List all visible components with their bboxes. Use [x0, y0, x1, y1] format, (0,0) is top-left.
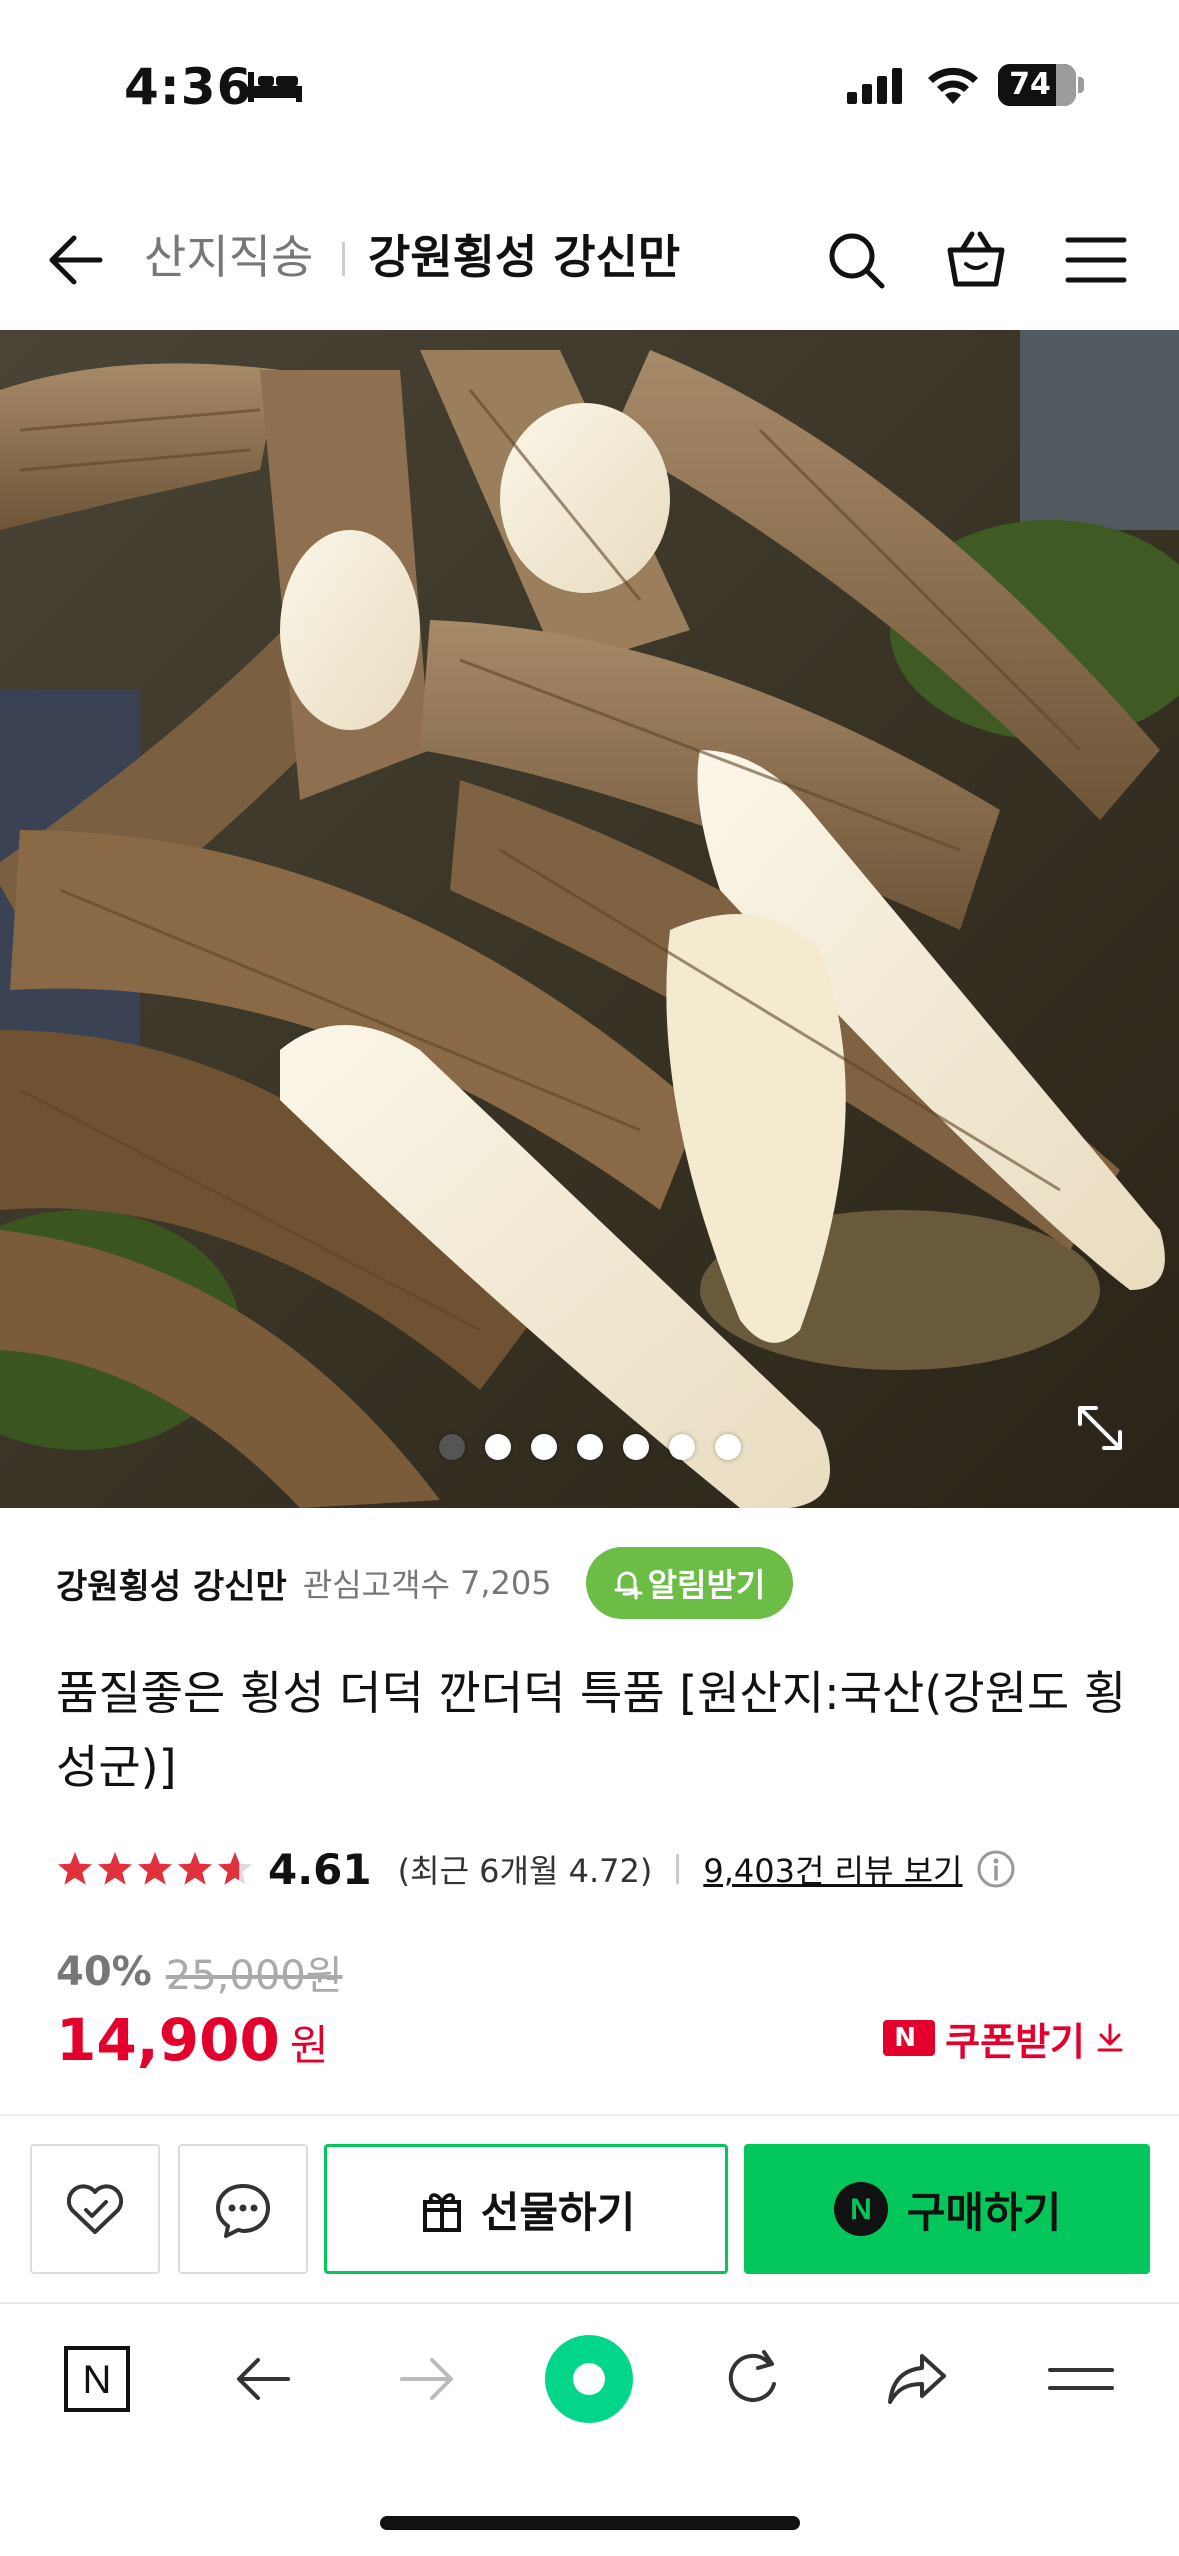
buy-label: 구매하기 — [906, 2187, 1062, 2237]
star-icon — [218, 1852, 252, 1885]
star-icon — [178, 1852, 212, 1885]
battery-level: 74 — [1009, 67, 1051, 102]
battery-icon: 74 — [998, 64, 1076, 106]
store-title[interactable]: 강원횡성 강신만 — [368, 222, 680, 292]
browser-back-icon[interactable] — [218, 2334, 308, 2424]
browser-forward-icon[interactable] — [382, 2334, 472, 2424]
gift-icon — [422, 2193, 461, 2232]
store-name[interactable]: 강원횡성 강신만 — [56, 1559, 287, 1608]
home-indicator[interactable] — [380, 2516, 800, 2530]
browser-nav: N — [0, 2304, 1179, 2454]
refresh-icon[interactable] — [708, 2334, 798, 2424]
naver-home-icon[interactable]: N — [52, 2334, 142, 2424]
sale-price-unit: 원 — [289, 2021, 329, 2070]
bed-icon — [248, 72, 302, 102]
home-label: N — [83, 2358, 112, 2402]
gift-label: 선물하기 — [480, 2187, 636, 2237]
page-header: 산지직송 강원횡성 강신만 — [0, 190, 1179, 330]
shopping-bag-icon[interactable] — [936, 220, 1016, 300]
carousel-dots[interactable] — [0, 1434, 1179, 1464]
star-icon — [138, 1852, 172, 1885]
back-arrow-icon[interactable] — [40, 220, 120, 300]
followers-label: 관심고객수 — [302, 1566, 450, 1604]
talk-button[interactable] — [178, 2144, 308, 2274]
star-icon — [98, 1852, 132, 1885]
naver-pay-icon: N — [833, 2182, 888, 2236]
green-dot-icon[interactable] — [544, 2334, 634, 2424]
gift-button[interactable]: 선물하기 — [324, 2144, 728, 2274]
header-divider — [342, 242, 345, 276]
recent-rating: (최근 6개월 4.72) — [397, 1852, 653, 1890]
wishlist-button[interactable] — [30, 2144, 160, 2274]
alert-button-label: 알림받기 — [647, 1566, 766, 1604]
info-icon[interactable] — [976, 1849, 1016, 1889]
original-price: 25,000원 — [165, 1953, 343, 1999]
bell-plus-icon — [614, 1571, 643, 1600]
download-arrow-icon — [1097, 2023, 1123, 2052]
sale-price-row: 14,900 원 — [56, 2006, 328, 2086]
carousel-dot[interactable] — [714, 1434, 741, 1460]
alert-button[interactable]: 알림받기 — [585, 1547, 794, 1619]
star-icon — [58, 1852, 92, 1885]
status-bar: 4:36 74 — [0, 0, 1179, 170]
carousel-dot[interactable] — [622, 1434, 649, 1460]
carousel-dot[interactable] — [668, 1434, 695, 1460]
rating-value: 4.61 — [268, 1844, 372, 1894]
carousel-dot[interactable] — [576, 1434, 603, 1460]
carousel-dot[interactable] — [530, 1434, 557, 1460]
coupon-button[interactable]: N 쿠폰받기 — [883, 2010, 1127, 2066]
deodeok-photo — [0, 330, 1179, 1508]
store-info: 강원횡성 강신만 관심고객수 7,205 알림받기 — [56, 1547, 794, 1619]
review-link[interactable]: 9,403건 리뷰 보기 — [703, 1846, 962, 1892]
share-icon[interactable] — [872, 2334, 962, 2424]
hamburger-menu-icon[interactable] — [1056, 220, 1136, 300]
discount-row: 40% 25,000원 — [56, 1944, 343, 2000]
followers-count: 7,205 — [460, 1564, 552, 1602]
status-time: 4:36 — [124, 58, 253, 116]
rating-divider — [676, 1854, 680, 1884]
product-title: 품질좋은 횡성 더덕 깐더덕 특품 [원산지:국산(강원도 횡성군)] — [56, 1666, 1127, 1794]
coupon-n-icon: N — [883, 2020, 936, 2056]
channel-label[interactable]: 산지직송 — [144, 222, 313, 292]
wifi-icon — [928, 67, 978, 104]
sale-price: 14,900 — [56, 2006, 280, 2074]
buy-badge-letter: N — [850, 2193, 872, 2226]
search-icon[interactable] — [816, 220, 896, 300]
rating-row: 4.61 (최근 6개월 4.72) 9,403건 리뷰 보기 — [56, 1836, 1016, 1902]
buy-button[interactable]: N 구매하기 — [744, 2144, 1150, 2274]
cellular-signal-icon — [847, 68, 902, 104]
star-rating — [56, 1850, 256, 1888]
expand-icon[interactable] — [1072, 1400, 1128, 1456]
discount-rate: 40% — [56, 1949, 152, 1995]
carousel-dot[interactable] — [484, 1434, 511, 1460]
coupon-badge-letter: N — [894, 2023, 917, 2053]
product-image[interactable] — [0, 330, 1179, 1508]
action-bar: 선물하기 N 구매하기 — [0, 2116, 1179, 2302]
carousel-dot[interactable] — [438, 1434, 465, 1460]
battery-cap — [1078, 77, 1084, 93]
browser-menu-icon[interactable] — [1036, 2334, 1126, 2424]
heart-check-icon — [66, 2184, 124, 2234]
coupon-label: 쿠폰받기 — [945, 2019, 1085, 2064]
chat-bubble-icon — [216, 2184, 270, 2238]
